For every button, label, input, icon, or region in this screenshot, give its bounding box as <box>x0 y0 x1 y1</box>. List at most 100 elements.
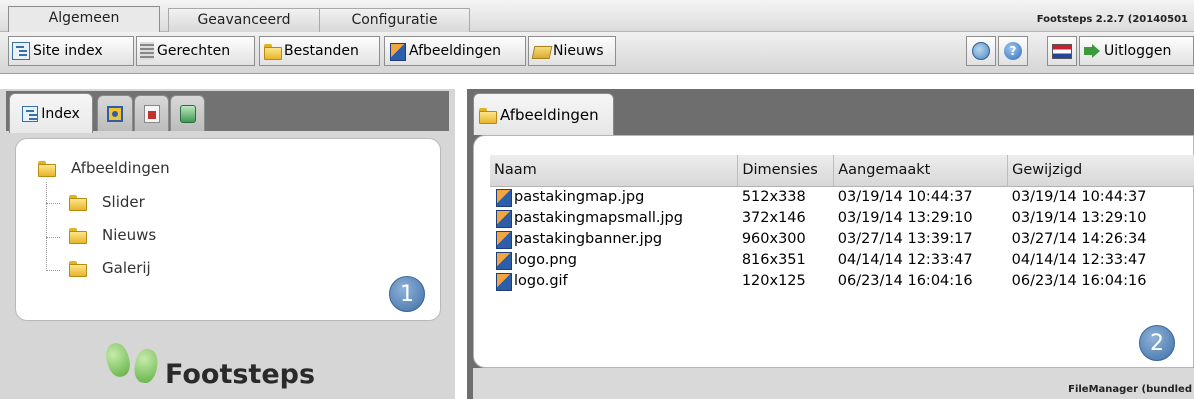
tree-node-galerij[interactable]: Galerij <box>68 259 151 277</box>
index-icon <box>22 105 39 122</box>
table-row[interactable]: logo.gif 120x125 06/23/14 16:04:16 06/23… <box>490 270 1194 291</box>
file-modified: 03/27/14 14:26:34 <box>1011 230 1147 247</box>
file-manager-footer: FileManager (bundled <box>473 368 1194 399</box>
settings-icon <box>107 105 123 122</box>
tab-configuratie[interactable]: Configuratie <box>319 8 470 32</box>
tab-recycle-bin[interactable] <box>170 95 205 131</box>
folder-icon <box>37 159 57 177</box>
file-name: pastakingmap.jpg <box>514 188 645 205</box>
afbeeldingen-label: Afbeeldingen <box>409 43 502 59</box>
tab-afbeeldingen-label: Afbeeldingen <box>500 105 599 124</box>
table-row[interactable]: pastakingmap.jpg 512x338 03/19/14 10:44:… <box>490 186 1194 208</box>
tab-algemeen[interactable]: Algemeen <box>8 6 160 33</box>
file-created: 06/23/14 16:04:16 <box>837 272 973 289</box>
file-table: Naam Dimensies Aangemaakt Gewijzigd past… <box>490 155 1194 291</box>
column-header-gewijzigd[interactable]: Gewijzigd <box>1007 155 1194 187</box>
site-index-button[interactable]: Site index <box>8 36 134 66</box>
nieuws-button[interactable]: Nieuws <box>528 36 616 66</box>
globe-icon <box>972 42 990 60</box>
image-file-icon <box>494 230 512 249</box>
left-tab-bar: Index <box>6 91 449 133</box>
flag-nl-icon <box>1052 43 1072 59</box>
folder-icon <box>68 193 88 211</box>
logout-icon <box>1083 42 1101 60</box>
image-file-icon <box>494 209 512 228</box>
tree-node-slider[interactable]: Slider <box>68 193 145 211</box>
file-manager-label: FileManager (bundled <box>1068 384 1192 395</box>
file-list-area: Naam Dimensies Aangemaakt Gewijzigd past… <box>473 135 1194 368</box>
tab-bookmarks[interactable] <box>134 95 169 131</box>
help-button[interactable]: ? <box>998 36 1028 66</box>
folder-tree: Afbeeldingen Slider Nieuws Galerij 1 <box>15 138 441 321</box>
folder-icon <box>68 259 88 277</box>
file-name: pastakingbanner.jpg <box>514 230 663 247</box>
tab-settings[interactable] <box>97 95 133 131</box>
tree-node-root[interactable]: Afbeeldingen <box>37 159 170 177</box>
file-dimensions: 372x146 <box>741 209 806 226</box>
tree-node-label: Slider <box>102 193 145 211</box>
image-file-icon <box>494 251 512 270</box>
column-header-dimensies[interactable]: Dimensies <box>737 155 835 187</box>
site-index-label: Site index <box>33 43 103 59</box>
tree-node-label: Galerij <box>102 259 151 277</box>
tab-afbeeldingen[interactable]: Afbeeldingen <box>473 93 614 135</box>
file-dimensions: 512x338 <box>741 188 806 205</box>
website-button[interactable] <box>966 36 996 66</box>
site-index-icon <box>12 42 30 60</box>
tree-node-nieuws[interactable]: Nieuws <box>68 226 156 244</box>
file-dimensions: 120x125 <box>741 272 806 289</box>
file-modified: 04/14/14 12:33:47 <box>1011 251 1147 268</box>
file-modified: 03/19/14 13:29:10 <box>1011 209 1147 226</box>
tree-line <box>46 203 60 204</box>
afbeeldingen-button[interactable]: Afbeeldingen <box>384 36 526 66</box>
file-created: 04/14/14 12:33:47 <box>837 251 973 268</box>
main-toolbar: Site index Gerechten Bestanden Afbeeldin… <box>0 32 1194 74</box>
image-file-icon <box>494 272 512 291</box>
file-modified: 06/23/14 16:04:16 <box>1011 272 1147 289</box>
gerechten-label: Gerechten <box>157 43 231 59</box>
gerechten-button[interactable]: Gerechten <box>136 36 255 66</box>
tree-line <box>46 270 60 271</box>
folder-icon <box>478 106 498 124</box>
column-header-naam[interactable]: Naam <box>490 155 739 187</box>
table-row[interactable]: logo.png 816x351 04/14/14 12:33:47 04/14… <box>490 249 1194 270</box>
step-badge: 1 <box>389 276 425 312</box>
tab-geavanceerd[interactable]: Geavanceerd <box>168 8 320 32</box>
file-name: logo.png <box>514 251 577 268</box>
tree-node-label: Afbeeldingen <box>71 159 170 177</box>
file-created: 03/19/14 13:29:10 <box>837 209 973 226</box>
column-header-aangemaakt[interactable]: Aangemaakt <box>833 155 1009 187</box>
news-icon <box>532 42 550 60</box>
help-icon: ? <box>1004 42 1022 60</box>
image-file-icon <box>494 188 512 208</box>
tab-index[interactable]: Index <box>9 93 93 133</box>
file-created: 03/19/14 10:44:37 <box>837 188 973 205</box>
file-dimensions: 816x351 <box>741 251 806 268</box>
logout-button[interactable]: Uitloggen <box>1079 36 1194 66</box>
language-button[interactable] <box>1047 36 1077 66</box>
file-name: pastakingmapsmall.jpg <box>514 209 683 226</box>
recycle-bin-icon <box>179 104 196 123</box>
file-name: logo.gif <box>514 272 568 289</box>
bestanden-button[interactable]: Bestanden <box>259 36 380 66</box>
folder-icon <box>68 226 88 244</box>
logout-label: Uitloggen <box>1104 43 1172 59</box>
table-row[interactable]: pastakingmapsmall.jpg 372x146 03/19/14 1… <box>490 207 1194 228</box>
menu-list-icon <box>140 42 154 60</box>
tree-line <box>46 182 47 271</box>
image-icon <box>388 42 406 61</box>
tree-line <box>46 237 60 238</box>
table-header-row: Naam Dimensies Aangemaakt Gewijzigd <box>490 155 1194 187</box>
folder-icon <box>263 42 282 60</box>
file-modified: 03/19/14 10:44:37 <box>1011 188 1147 205</box>
footsteps-logo: Footsteps <box>95 337 375 397</box>
top-tab-bar: Algemeen Geavanceerd Configuratie Footst… <box>0 0 1194 33</box>
footprint-icon <box>102 340 134 380</box>
left-panel: Index Afbeeldingen Slider Nieuws Galerij… <box>0 89 455 399</box>
footprint-icon <box>132 347 160 385</box>
logo-text: Footsteps <box>165 359 316 390</box>
file-manager-panel: Afbeeldingen Naam Dimensies Aangemaakt G… <box>467 89 1194 399</box>
table-row[interactable]: pastakingbanner.jpg 960x300 03/27/14 13:… <box>490 228 1194 249</box>
step-badge: 2 <box>1139 325 1175 361</box>
file-created: 03/27/14 13:39:17 <box>837 230 973 247</box>
